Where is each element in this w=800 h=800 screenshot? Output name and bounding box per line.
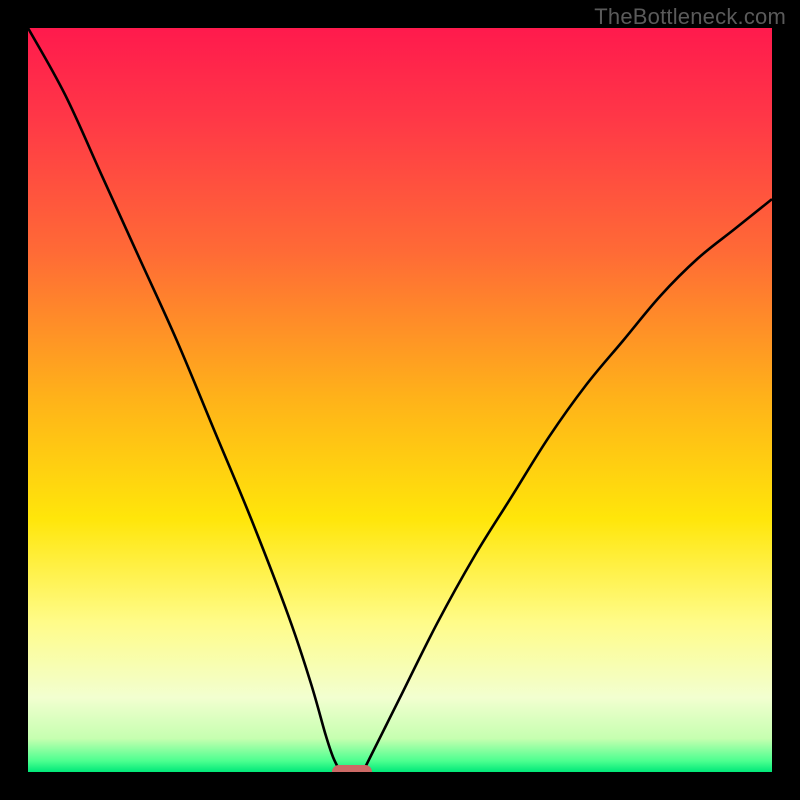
min-marker [332,765,372,772]
watermark-text: TheBottleneck.com [594,4,786,30]
plot-area [28,28,772,772]
curves-layer [28,28,772,772]
curve-right [363,199,772,772]
curve-left [28,28,340,772]
outer-frame: TheBottleneck.com [0,0,800,800]
